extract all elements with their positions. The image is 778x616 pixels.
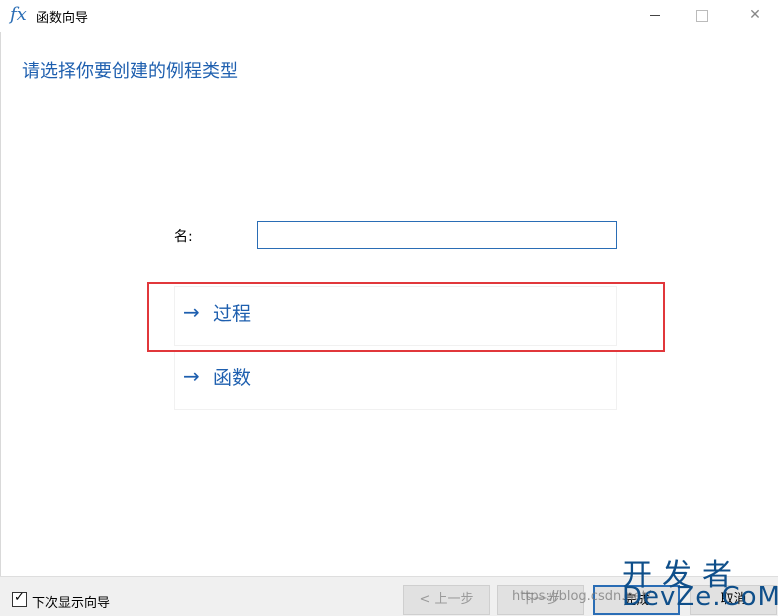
choice-function-label: 函数	[213, 367, 252, 389]
arrow-right-icon: →	[183, 364, 200, 388]
show-wizard-label[interactable]: 下次显示向导	[32, 592, 110, 611]
name-input[interactable]	[257, 221, 617, 249]
arrow-right-icon: →	[183, 300, 200, 324]
checkmark-icon: ✓	[14, 590, 25, 605]
minimize-button[interactable]	[632, 0, 678, 32]
window-title: 函数向导	[36, 11, 89, 26]
title-bar[interactable]: fx 函数向导 ✕	[0, 0, 778, 32]
name-label: 名:	[174, 229, 193, 245]
watermark-logo-en: DevZe.CoM	[622, 582, 778, 612]
close-button[interactable]: ✕	[732, 0, 778, 32]
back-button[interactable]: < 上一步	[403, 585, 490, 615]
choice-procedure[interactable]: → 过程	[174, 286, 617, 346]
show-wizard-checkbox[interactable]: ✓	[12, 590, 27, 607]
maximize-button[interactable]	[678, 0, 724, 32]
function-fx-icon: fx	[10, 4, 27, 25]
window-left-border	[0, 32, 1, 576]
function-wizard-window: fx 函数向导 ✕ 请选择你要创建的例程类型 名: → 过程 → 函数 ✓ 下次…	[0, 0, 778, 616]
choice-function[interactable]: → 函数	[174, 350, 617, 410]
page-heading: 请选择你要创建的例程类型	[22, 61, 238, 82]
choice-procedure-label: 过程	[213, 303, 252, 325]
